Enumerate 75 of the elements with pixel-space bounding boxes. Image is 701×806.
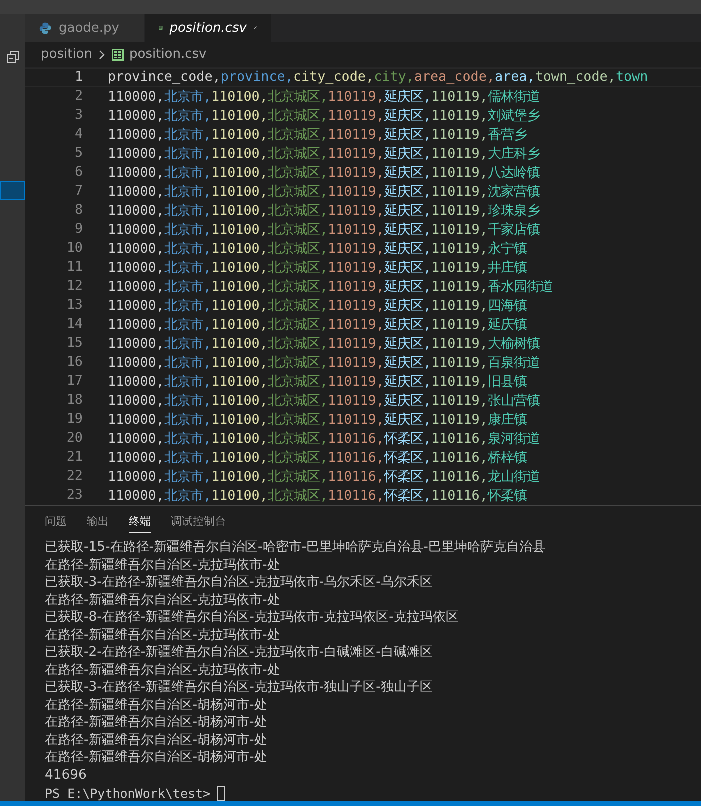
panel-tab[interactable]: 问题 [45,514,67,533]
line-number: 9 [74,222,83,237]
panel-tab[interactable]: 调试控制台 [171,514,226,533]
line-number: 15 [66,336,83,351]
terminal-line: 已获取-8-在路径-新疆维吾尔自治区-克拉玛依市-克拉玛依区-克拉玛依区 [45,609,460,626]
code-line: 110000,北京市,110100,北京城区,110119,延庆区,110119,百泉街道 [108,354,540,372]
code-line: 110000,北京市,110100,北京城区,110119,延庆区,110119,延庆镇 [108,316,527,334]
line-number: 13 [66,298,83,313]
code-line: 110000,北京市,110100,北京城区,110119,延庆区,110119,永宁镇 [108,240,527,258]
line-number: 19 [66,412,83,427]
terminal-line: 41696 [45,766,88,784]
code-line: 110000,北京市,110100,北京城区,110119,延庆区,110119,儒林街道 [108,88,540,106]
terminal-line: 在路径-新疆维吾尔自治区-克拉玛依市-处 [45,592,282,609]
line-number: 10 [66,241,83,256]
line-number: 12 [66,279,83,294]
code-line: 110000,北京市,110100,北京城区,110119,延庆区,110119,旧县镇 [108,374,527,390]
code-line: 110000,北京市,110100,北京城区,110119,延庆区,110119,井庄镇 [108,260,527,276]
line-number: 16 [66,355,83,370]
text-cursor [216,786,225,800]
line-number: 3 [74,108,83,123]
line-number: 11 [66,260,83,275]
code-line: 110000,北京市,110100,北京城区,110119,延庆区,110119,张山营镇 [108,392,540,410]
code-line: 110000,北京市,110100,北京城区,110119,延庆区,110119,珍珠泉乡 [108,202,540,220]
line-number: 22 [66,469,83,484]
code-line: 110000,北京市,110100,北京城区,110119,延庆区,110119,千家店镇 [108,222,540,238]
code-line: 110000,北京市,110100,北京城区,110116,怀柔区,110116,桥梓镇 [108,450,527,466]
line-number: 14 [66,317,83,332]
line-number: 2 [74,89,83,104]
code-line: 110000,北京市,110100,北京城区,110116,怀柔区,110116,龙山街道 [108,468,540,486]
terminal-line: 在路径-新疆维吾尔自治区-胡杨河市-处 [45,749,268,766]
editor-tab[interactable]: position.csv [145,14,272,42]
terminal-line: 在路径-新疆维吾尔自治区-克拉玛依市-处 [45,556,282,574]
terminal-line: 已获取-15-在路径-新疆维吾尔自治区-哈密市-巴里坤哈萨克自治县-巴里坤哈萨克自治县 [45,539,546,556]
breadcrumb-folder[interactable]: position [41,47,92,62]
line-number: 4 [74,127,83,142]
line-number: 21 [66,450,83,465]
table-icon [112,48,124,60]
python-icon [39,22,52,34]
line-number: 18 [66,393,83,408]
code-line: 110000,北京市,110100,北京城区,110119,延庆区,110119,大榆树镇 [108,336,540,352]
collapse-all-icon[interactable] [6,51,18,63]
line-number: 17 [66,374,83,389]
code-line: 110000,北京市,110100,北京城区,110119,延庆区,110119,大庄科乡 [108,146,540,162]
editor-tab[interactable]: gaode.py [25,14,145,42]
line-number: 7 [74,184,83,199]
code-line: 110000,北京市,110100,北京城区,110119,延庆区,110119,四海镇 [108,298,527,314]
line-number: 8 [74,203,83,218]
selected-marker [0,181,25,200]
terminal-line: 在路径-新疆维吾尔自治区-克拉玛依市-处 [45,626,282,644]
line-number: 23 [66,488,83,503]
terminal-prompt: PS E:\PythonWork\test> [45,786,211,800]
line-number: 1 [74,70,83,85]
code-line: province_code,province,city_code,city,area_code,area,town_code,town [108,70,648,85]
line-number: 5 [74,146,83,161]
code-line: 110000,北京市,110100,北京城区,110119,延庆区,110119,刘斌堡乡 [108,108,540,124]
code-line: 110000,北京市,110100,北京城区,110119,延庆区,110119,香水园街道 [108,278,553,296]
terminal-line: 在路径-新疆维吾尔自治区-胡杨河市-处 [45,696,268,714]
terminal-line: 在路径-新疆维吾尔自治区-胡杨河市-处 [45,732,268,749]
terminal-line: 已获取-2-在路径-新疆维吾尔自治区-克拉玛依市-白碱滩区-白碱滩区 [45,644,434,662]
panel-tab[interactable]: 终端 [129,514,151,533]
code-line: 110000,北京市,110100,北京城区,110116,怀柔区,110116,怀柔镇 [108,488,527,504]
code-line: 110000,北京市,110100,北京城区,110119,延庆区,110119,八达岭镇 [108,164,540,182]
chevron-right-icon [98,50,106,60]
terminal-line: 已获取-3-在路径-新疆维吾尔自治区-克拉玛依市-独山子区-独山子区 [45,679,434,696]
line-number: 6 [74,165,83,180]
terminal-line: 已获取-3-在路径-新疆维吾尔自治区-克拉玛依市-乌尔禾区-乌尔禾区 [45,574,434,592]
code-line: 110000,北京市,110100,北京城区,110119,延庆区,110119,沈家营镇 [108,184,540,200]
panel-tab[interactable]: 输出 [87,514,109,533]
code-line: 110000,北京市,110100,北京城区,110119,延庆区,110119,康庄镇 [108,412,527,428]
breadcrumb-file[interactable]: position.csv [130,47,207,62]
code-line: 110000,北京市,110100,北京城区,110119,延庆区,110119,香营乡 [108,126,527,144]
terminal-line: 在路径-新疆维吾尔自治区-胡杨河市-处 [45,714,268,732]
terminal-line: 在路径-新疆维吾尔自治区-克拉玛依市-处 [45,662,282,679]
code-line: 110000,北京市,110100,北京城区,110116,怀柔区,110116,泉河街道 [108,430,540,448]
line-number: 20 [66,431,83,446]
